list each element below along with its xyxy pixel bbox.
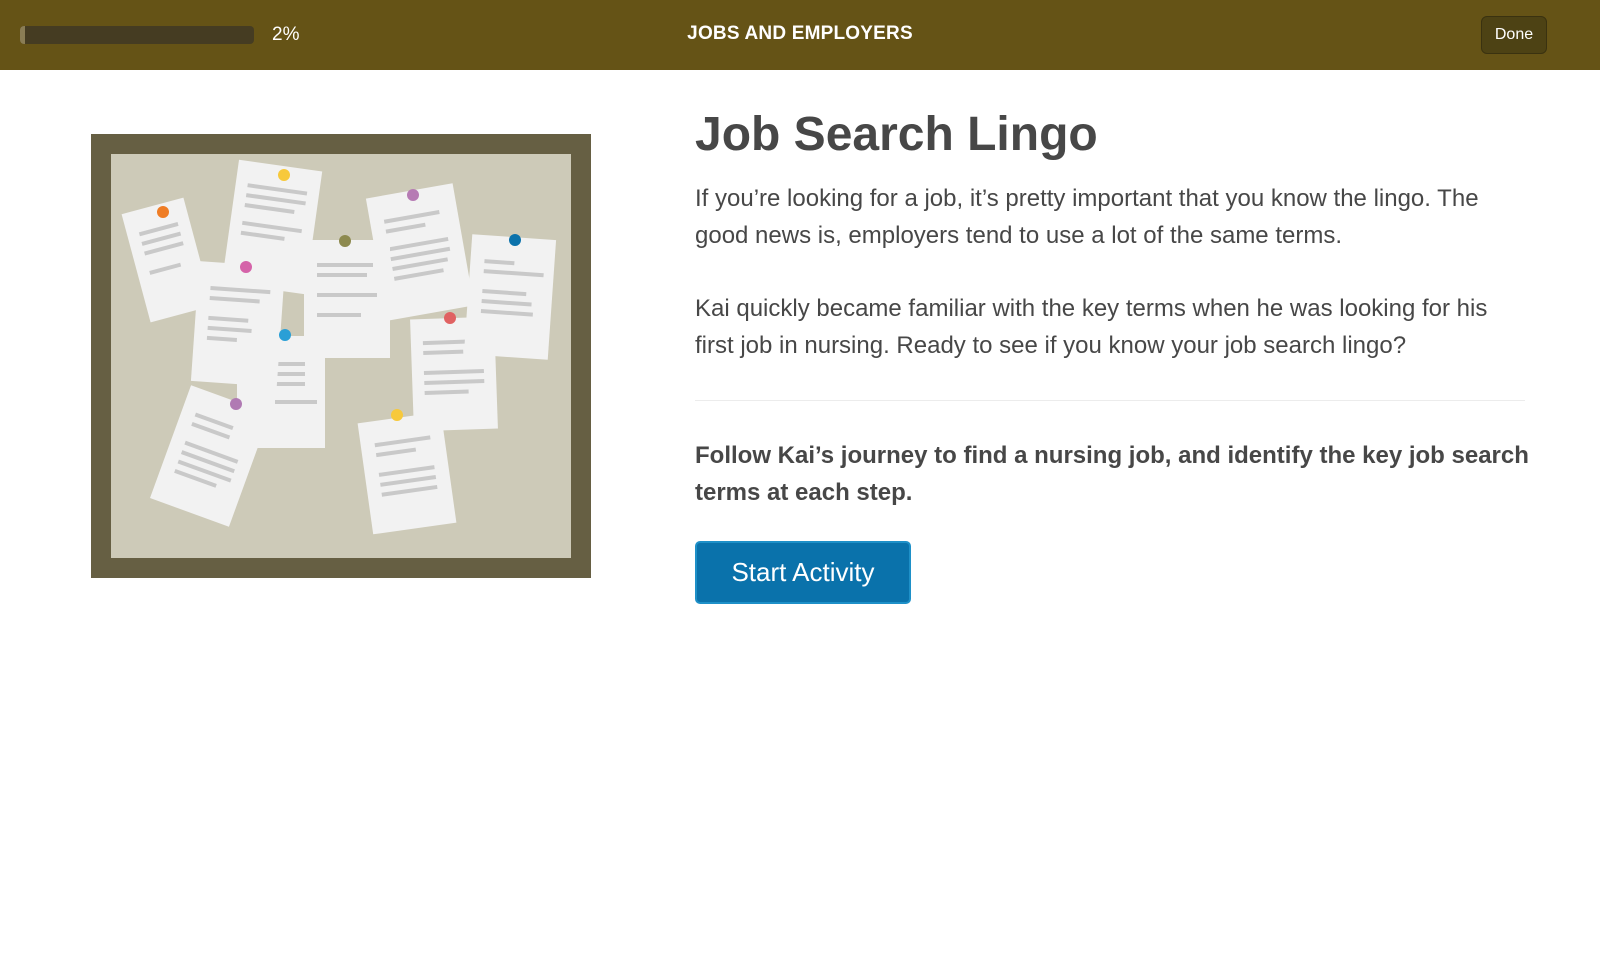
intro-paragraph: If you’re looking for a job, it’s pretty… [695, 185, 1479, 249]
page-title: Job Search Lingo [695, 108, 1098, 161]
top-bar: 2% JOBS AND EMPLOYERS Done [0, 0, 1600, 70]
done-button[interactable]: Done [1481, 16, 1547, 54]
story-paragraph: Kai quickly became familiar with the key… [695, 295, 1488, 359]
start-activity-button[interactable]: Start Activity [695, 541, 911, 604]
activity-instruction: Follow Kai’s journey to find a nursing j… [695, 442, 1529, 506]
divider [695, 400, 1525, 401]
bulletin-board-illustration [91, 134, 591, 578]
page-section-title: JOBS AND EMPLOYERS [687, 23, 913, 44]
main-content: Job Search Lingo If you’re looking for a… [695, 106, 1530, 604]
bulletin-board-image [91, 134, 591, 578]
